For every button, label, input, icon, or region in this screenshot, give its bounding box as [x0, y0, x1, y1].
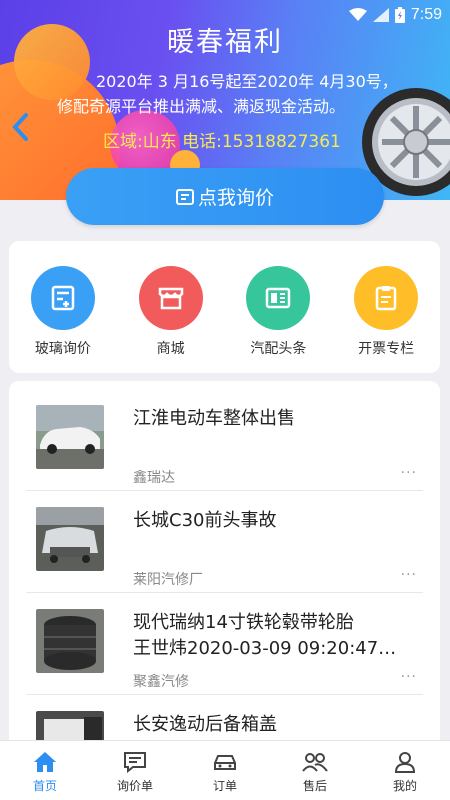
tab-label: 首页 — [32, 779, 57, 793]
shortcut-news[interactable]: 汽配头条 — [228, 266, 328, 373]
list-item[interactable]: 江淮电动车整体出售 鑫瑞达 ··· — [26, 389, 423, 491]
item-shop: 聚鑫汽修 — [133, 674, 189, 690]
list-item[interactable]: 长城C30前头事故 莱阳汽修厂 ··· — [26, 491, 423, 593]
banner-promo-text: 修配奇源平台推出满减、满返现金活动。 — [57, 97, 346, 116]
invoice-icon — [354, 266, 419, 330]
item-title: 现代瑞纳14寸铁轮毂带轮胎 — [133, 612, 354, 633]
tab-after-sales[interactable]: 售后 — [270, 741, 360, 800]
tire-thumbnail — [36, 609, 104, 673]
home-icon — [34, 752, 56, 772]
item-title: 江淮电动车整体出售 — [133, 408, 295, 429]
banner-title: 暖春福利 — [167, 27, 283, 58]
inquiry-button[interactable]: 点我询价 — [66, 168, 384, 225]
car-thumbnail — [36, 507, 104, 571]
shortcut-panel: 玻璃询价 商城 汽配头条 开票专栏 — [9, 241, 440, 373]
listing-list: 江淮电动车整体出售 鑫瑞达 ··· 长城C30前头事故 莱阳汽修厂 ··· 现代… — [9, 381, 440, 741]
car-icon — [214, 755, 236, 770]
inquiry-icon — [175, 188, 194, 205]
shortcut-glass-inquiry[interactable]: 玻璃询价 — [13, 266, 113, 373]
inquiry-button-label: 点我询价 — [197, 187, 274, 209]
form-icon — [30, 266, 95, 330]
more-icon[interactable]: ··· — [401, 669, 417, 685]
shortcut-label: 商城 — [156, 341, 185, 357]
message-icon — [124, 752, 146, 773]
car-thumbnail — [36, 405, 104, 469]
chevron-left-icon[interactable] — [10, 112, 32, 142]
tab-orders[interactable]: 订单 — [180, 741, 270, 800]
newspaper-icon — [246, 266, 311, 330]
tab-inquiry-list[interactable]: 询价单 — [90, 741, 180, 800]
store-icon — [138, 266, 203, 330]
banner-region-phone: 区域:山东 电话:15318827361 — [103, 132, 341, 152]
banner-date-text: 2020年 3 月16号起至2020年 4月30号， — [96, 72, 398, 91]
item-shop: 莱阳汽修厂 — [133, 572, 203, 588]
bottom-tab-bar: 首页 询价单 订单 售后 我的 — [0, 740, 450, 800]
tab-label: 询价单 — [116, 779, 153, 793]
user-icon — [394, 752, 416, 773]
tab-label: 售后 — [302, 779, 327, 793]
item-subtitle: 王世炜2020-03-09 09:20:47… — [133, 638, 397, 659]
tab-label: 我的 — [392, 779, 417, 793]
item-title: 长安逸动后备箱盖 — [133, 714, 277, 735]
more-icon[interactable]: ··· — [401, 567, 417, 583]
tab-label: 订单 — [212, 779, 237, 793]
item-shop: 鑫瑞达 — [133, 470, 175, 486]
shortcut-label: 汽配头条 — [250, 341, 307, 357]
people-icon — [302, 753, 328, 772]
shortcut-mall[interactable]: 商城 — [121, 266, 221, 373]
list-item[interactable]: 现代瑞纳14寸铁轮毂带轮胎 王世炜2020-03-09 09:20:47… 聚鑫… — [26, 593, 423, 695]
part-thumbnail — [36, 711, 104, 741]
list-item[interactable]: 长安逸动后备箱盖 — [26, 695, 423, 741]
tab-profile[interactable]: 我的 — [360, 741, 450, 800]
more-icon[interactable]: ··· — [401, 465, 417, 481]
tab-home[interactable]: 首页 — [0, 741, 90, 800]
shortcut-label: 开票专栏 — [358, 341, 415, 357]
item-title: 长城C30前头事故 — [133, 510, 277, 531]
shortcut-invoice[interactable]: 开票专栏 — [336, 266, 436, 373]
shortcut-label: 玻璃询价 — [34, 341, 91, 357]
